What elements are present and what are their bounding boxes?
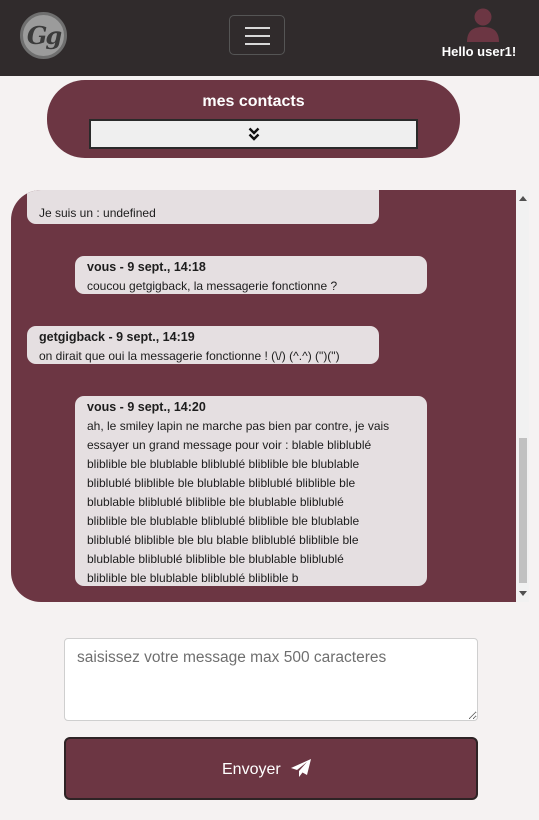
scroll-down-arrow-icon[interactable]	[519, 591, 527, 596]
message-bubble: getgigback - 9 sept., 14:19 on dirait qu…	[27, 326, 379, 364]
send-button[interactable]: Envoyer	[64, 737, 478, 800]
hamburger-line	[245, 43, 270, 45]
scroll-thumb[interactable]	[519, 438, 527, 583]
message-line: bliblublé bliblible ble blublable bliblu…	[87, 476, 356, 490]
message-input[interactable]	[64, 638, 478, 721]
contacts-dropdown[interactable]	[89, 119, 418, 149]
message-date: 9 sept., 14:18	[127, 260, 206, 274]
message-line: ah, le smiley lapin ne marche pas bien p…	[87, 419, 390, 433]
message-text: coucou getgigback, la messagerie fonctio…	[87, 279, 338, 293]
message-line: bliblible ble blublable bliblublé blibli…	[87, 457, 360, 471]
top-navbar: Gg Hello user1!	[0, 0, 539, 76]
message-text: Je suis un : undefined	[39, 206, 156, 220]
message-bubble: vous - 9 sept., 14:18 coucou getgigback,…	[75, 256, 427, 294]
message-line: blublable bliblublé bliblible ble blubla…	[87, 495, 344, 509]
message-sender: vous	[87, 400, 117, 414]
message-date: 9 sept., 14:19	[116, 330, 195, 344]
message-line: essayer un grand message pour voir : bla…	[87, 438, 372, 452]
message-text: on dirait que oui la messagerie fonction…	[39, 349, 340, 363]
chat-panel: Je suis un : undefined vous - 9 sept., 1…	[11, 190, 529, 602]
message-line: blublable bliblublé bliblible ble blubla…	[87, 552, 344, 566]
chat-messages[interactable]: Je suis un : undefined vous - 9 sept., 1…	[11, 190, 516, 602]
user-menu[interactable]: Hello user1!	[439, 8, 519, 64]
hamburger-line	[245, 27, 270, 29]
message-line: bliblible ble blublable bliblublé blibli…	[87, 571, 299, 585]
contacts-panel: mes contacts	[47, 80, 460, 158]
message-separator: -	[108, 330, 117, 344]
app-logo[interactable]: Gg	[20, 12, 67, 59]
scroll-up-arrow-icon[interactable]	[519, 196, 527, 201]
message-bubble: Je suis un : undefined	[27, 190, 379, 224]
message-sender: getgigback	[39, 330, 105, 344]
message-bubble: vous - 9 sept., 14:20 ah, le smiley lapi…	[75, 396, 427, 586]
hamburger-line	[245, 35, 270, 37]
user-greeting: Hello user1!	[441, 44, 517, 59]
message-sender: vous	[87, 260, 117, 274]
message-line: bliblublé bliblible ble blu blable blibl…	[87, 533, 359, 547]
paper-plane-icon	[291, 759, 311, 777]
message-header: vous - 9 sept., 14:18	[87, 258, 415, 277]
user-icon	[467, 8, 499, 42]
contacts-title: mes contacts	[202, 93, 305, 110]
message-header: getgigback - 9 sept., 14:19	[39, 328, 367, 347]
message-header: vous - 9 sept., 14:20	[87, 398, 415, 417]
send-button-label: Envoyer	[222, 761, 281, 778]
message-date: 9 sept., 14:20	[127, 400, 206, 414]
message-line: bliblible ble blublable bliblublé blibli…	[87, 514, 360, 528]
chat-scrollbar[interactable]	[516, 190, 529, 602]
double-chevron-down-icon	[248, 127, 260, 141]
menu-toggle-button[interactable]	[229, 15, 285, 55]
